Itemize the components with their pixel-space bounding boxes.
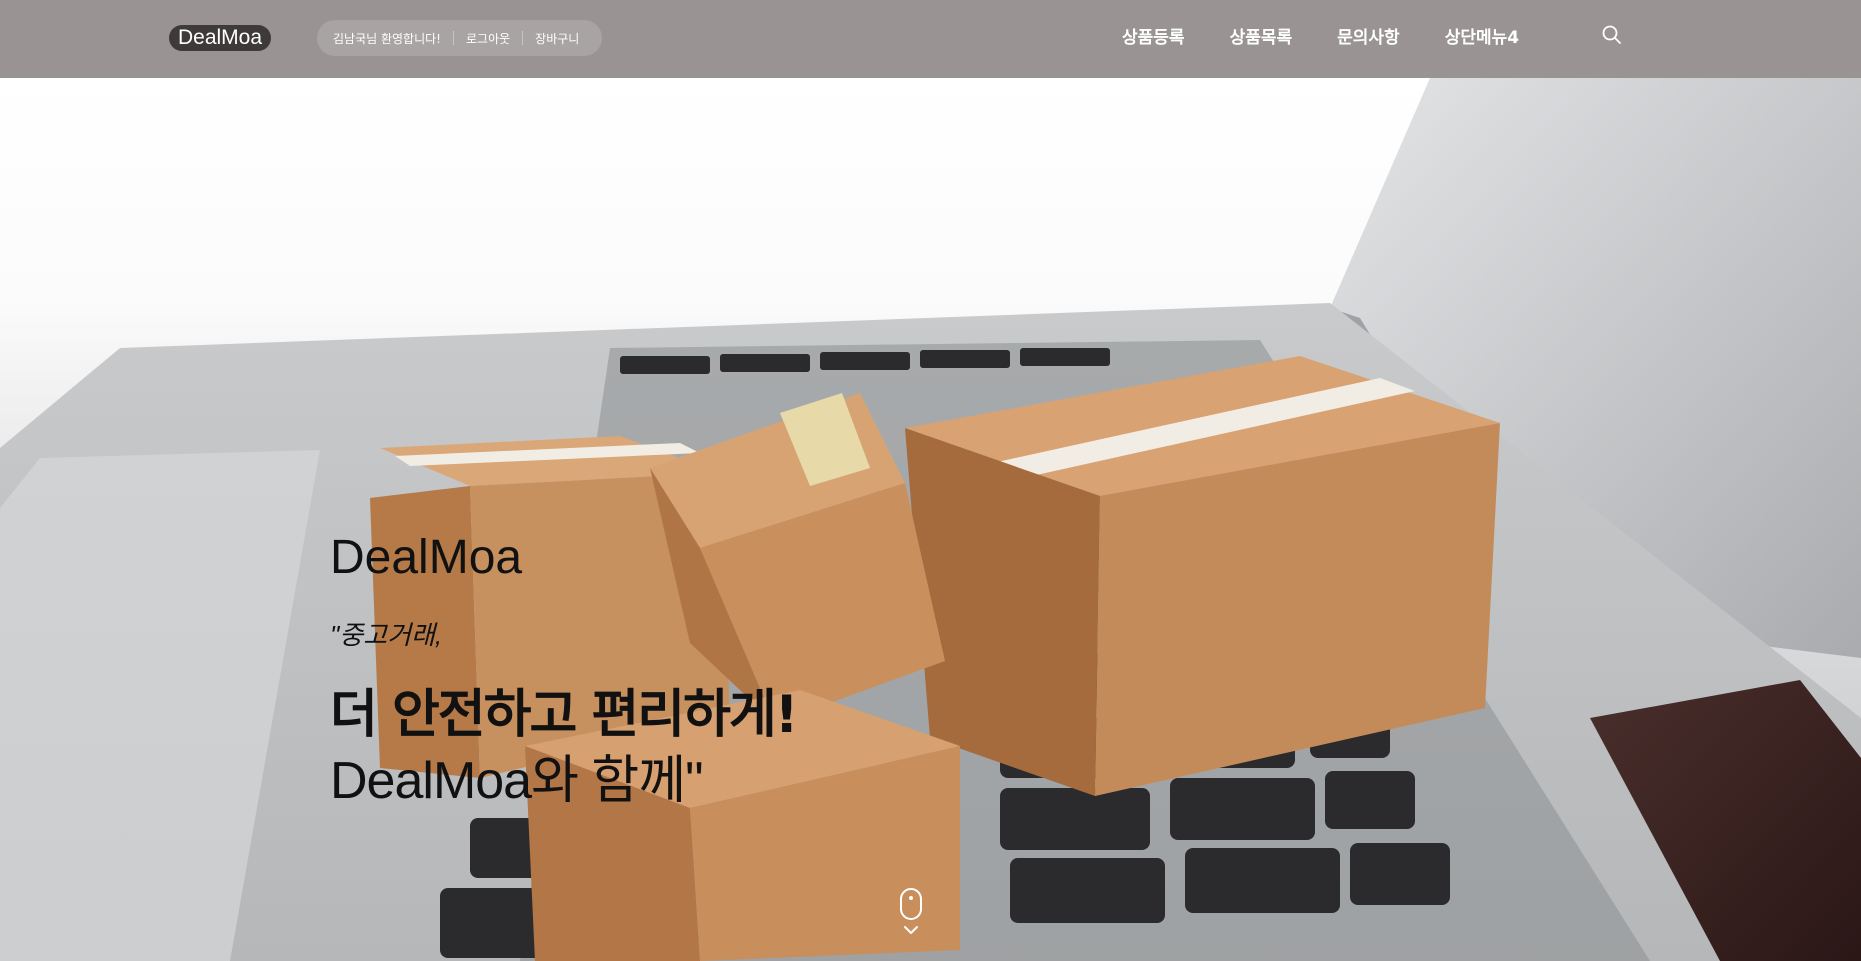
hero-brand: DealMoa	[330, 531, 523, 584]
logo-link[interactable]: DealMoa	[169, 25, 271, 51]
cart-link[interactable]: 장바구니	[535, 30, 579, 47]
hero-image	[0, 78, 1861, 961]
welcome-text: 김남국님 환영합니다!	[333, 31, 441, 46]
divider	[453, 31, 454, 45]
search-icon[interactable]	[1600, 23, 1624, 47]
hero-banner: DealMoa "중고거래, 더 안전하고 편리하게! DealMoa와 함께"	[0, 78, 1861, 961]
nav-item-inquiry[interactable]: 문의사항	[1337, 24, 1400, 52]
nav-item-product-register[interactable]: 상품등록	[1122, 24, 1185, 52]
hero-subline: DealMoa와 함께"	[330, 752, 704, 810]
nav-item-product-list[interactable]: 상품목록	[1230, 24, 1293, 52]
scroll-down-icon[interactable]	[897, 888, 925, 940]
divider	[522, 31, 524, 45]
user-menu: 김남국님 환영합니다! 로그아웃 장바구니	[317, 20, 602, 56]
top-header: DealMoa 김남국님 환영합니다! 로그아웃 장바구니 상품등록 상품목록 …	[0, 0, 1861, 78]
main-nav: 상품등록 상품목록 문의사항 상단메뉴4	[1122, 24, 1564, 52]
hero-headline: 더 안전하고 편리하게!	[330, 685, 798, 745]
hero-quote: "중고거래,	[330, 620, 443, 650]
logout-link[interactable]: 로그아웃	[466, 30, 510, 47]
nav-item-menu4[interactable]: 상단메뉴4	[1445, 24, 1519, 52]
